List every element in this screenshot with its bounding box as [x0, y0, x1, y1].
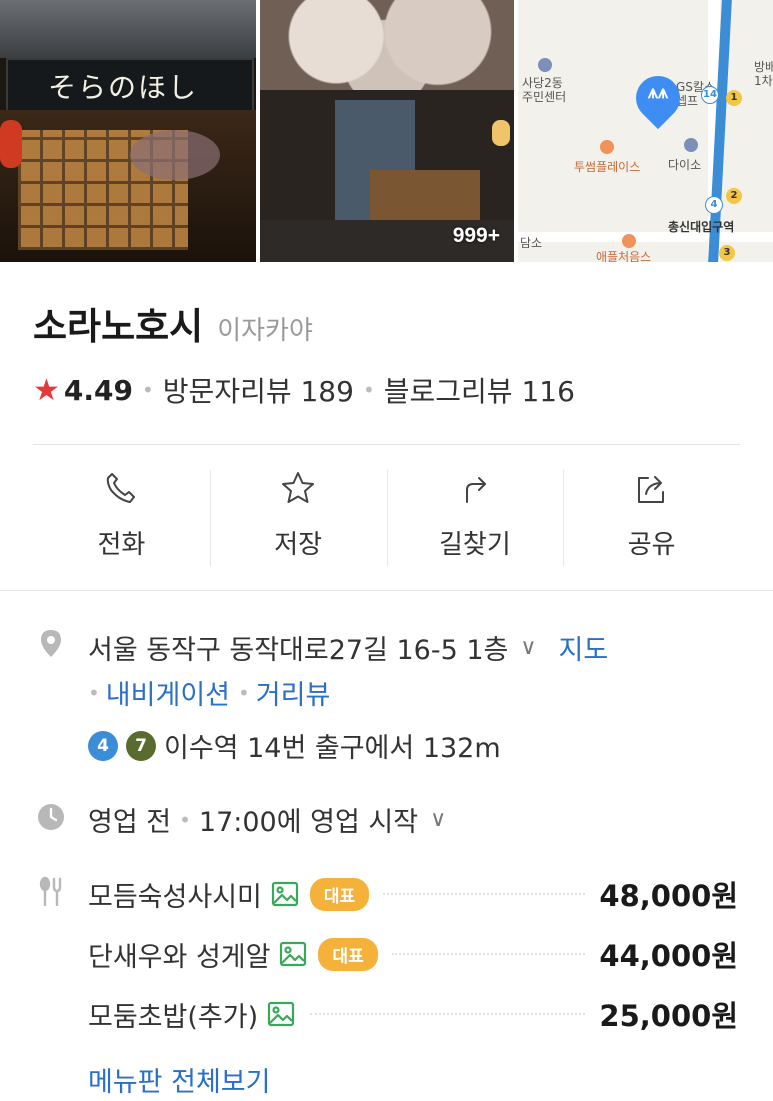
- building-facade: [0, 0, 256, 58]
- dotted-leader: [391, 953, 586, 955]
- menu-item[interactable]: 모듬숙성사시미 대표 48,000원: [88, 874, 738, 914]
- blossom-decoration: [130, 130, 220, 180]
- menu-item[interactable]: 모둠초밥(추가) 25,000원: [88, 994, 738, 1034]
- address-links-row: • 내비게이션 • 거리뷰: [88, 673, 330, 712]
- store-sign: そらのほし: [6, 58, 254, 112]
- lantern: [0, 120, 22, 168]
- share-icon: [637, 476, 664, 503]
- star-icon: [282, 472, 315, 503]
- rating-star-icon: ★: [33, 372, 60, 408]
- photo-icon[interactable]: [278, 939, 308, 969]
- menu-item-price: 48,000원: [599, 879, 738, 913]
- map-label-station: 총신대입구역: [668, 220, 735, 234]
- hours-text: 17:00에 영업 시작: [198, 807, 419, 838]
- call-button[interactable]: 전화: [33, 468, 210, 564]
- cafe-icon: [600, 140, 614, 154]
- share-label: 공유: [627, 530, 676, 560]
- menu-item-name: 모듬숙성사시미: [88, 881, 262, 913]
- directions-button[interactable]: 길찾기: [386, 468, 564, 566]
- station-exit-number: 3: [719, 245, 735, 261]
- representative-badge: 대표: [309, 877, 370, 911]
- map-label-community-center: 사당2동 주민센터: [522, 76, 567, 104]
- map-label-daiso: 다이소: [668, 158, 702, 172]
- restaurant-icon: ⩚⩚: [647, 82, 669, 103]
- section-divider: [0, 590, 773, 591]
- map-road: [518, 232, 773, 242]
- action-bar: 전화 저장 길찾기 공유: [33, 468, 740, 566]
- storefront-photo[interactable]: そらのほし: [0, 0, 256, 262]
- visitor-reviews-link[interactable]: 방문자리뷰 189: [163, 370, 354, 410]
- address-row: 서울 동작구 동작대로27길 16-5 1층 ∨ 지도: [88, 628, 608, 667]
- dotted-leader: [383, 893, 586, 895]
- save-button[interactable]: 저장: [209, 468, 387, 566]
- rating-score: 4.49: [63, 373, 133, 407]
- separator-dot: •: [88, 680, 100, 705]
- map-label-danso: 담소: [520, 236, 543, 250]
- location-pin-icon: [41, 630, 61, 657]
- photo-count-badge: 999+: [452, 224, 500, 247]
- map-link[interactable]: 지도: [559, 628, 609, 667]
- place-category: 이자카야: [217, 316, 313, 346]
- share-button[interactable]: 공유: [563, 468, 740, 566]
- rating-row: ★ 4.49 • 방문자리뷰 189 • 블로그리뷰 116: [33, 370, 575, 410]
- separator-dot: •: [179, 807, 191, 832]
- representative-badge: 대표: [318, 937, 378, 971]
- dotted-leader: [310, 1013, 586, 1015]
- menu-view-all-link[interactable]: 메뉴판 전체보기: [88, 1060, 270, 1099]
- map-thumbnail[interactable]: 사당2동 주민센터 GS칼스 셉프 방배 1차 투썸플레이스 다이소 총신대입구…: [518, 0, 773, 262]
- station-exit-number: 2: [726, 188, 742, 204]
- utensils-icon: [39, 876, 62, 906]
- address-text[interactable]: 서울 동작구 동작대로27길 16-5 1층: [88, 628, 508, 667]
- subway-line-badge: 7: [126, 730, 156, 761]
- station-exit-number: 14: [701, 86, 719, 104]
- phone-icon: [107, 473, 136, 503]
- restaurant-poi-icon: [622, 234, 636, 248]
- subway-row: 4 7 이수역 14번 출구에서 132m: [88, 726, 501, 765]
- place-name: 소라노호시: [33, 305, 204, 348]
- subway-line-badge: 4: [88, 730, 118, 761]
- save-label: 저장: [274, 530, 323, 560]
- directions-icon: [465, 477, 486, 503]
- blossom-canopy: [260, 0, 514, 90]
- divider: [33, 444, 740, 445]
- separator-dot: •: [238, 680, 250, 705]
- interior-photo[interactable]: 999+: [260, 0, 514, 262]
- chevron-down-icon[interactable]: ∨: [520, 635, 536, 660]
- station-exit-number: 4: [705, 196, 723, 214]
- blog-reviews-link[interactable]: 블로그리뷰 116: [384, 370, 575, 410]
- title-row: 소라노호시 이자카야: [33, 296, 313, 350]
- streetview-link[interactable]: 거리뷰: [256, 673, 331, 712]
- map-label-bottom: 애플처음스: [596, 250, 652, 262]
- menu-item-price: 25,000원: [599, 999, 738, 1033]
- menu-item[interactable]: 단새우와 성게알 대표 44,000원: [88, 934, 738, 974]
- wall-lamp: [492, 120, 510, 146]
- photo-icon[interactable]: [270, 879, 300, 909]
- call-label: 전화: [97, 530, 146, 560]
- photo-strip: そらのほし 999+ 사당2동 주민센터 GS칼스 셉프 방배 1차 투썸플레이…: [0, 0, 773, 262]
- navigation-link[interactable]: 내비게이션: [106, 673, 230, 712]
- separator-dot: •: [142, 378, 154, 402]
- map-label-store-right: 방배 1차: [754, 60, 773, 88]
- map-label-tuscum: 투썸플레이스: [574, 160, 641, 174]
- hours-state: 영업 전: [88, 807, 172, 838]
- photo-icon[interactable]: [266, 999, 296, 1029]
- separator-dot: •: [362, 378, 375, 402]
- community-center-icon: [538, 58, 552, 72]
- hours-row[interactable]: 영업 전 • 17:00에 영업 시작 ∨: [88, 800, 446, 839]
- directions-label: 길찾기: [438, 530, 511, 560]
- station-exit-number: 1: [726, 90, 742, 106]
- subway-distance-text: 이수역 14번 출구에서 132m: [164, 733, 501, 764]
- shop-icon: [684, 138, 698, 152]
- menu-item-name: 모둠초밥(추가): [88, 1001, 259, 1033]
- menu-item-price: 44,000원: [599, 939, 738, 973]
- chevron-down-icon[interactable]: ∨: [430, 807, 446, 832]
- clock-icon: [38, 804, 64, 830]
- menu-item-name: 단새우와 성게알: [88, 941, 271, 973]
- store-sign-text: そらのほし: [48, 71, 199, 104]
